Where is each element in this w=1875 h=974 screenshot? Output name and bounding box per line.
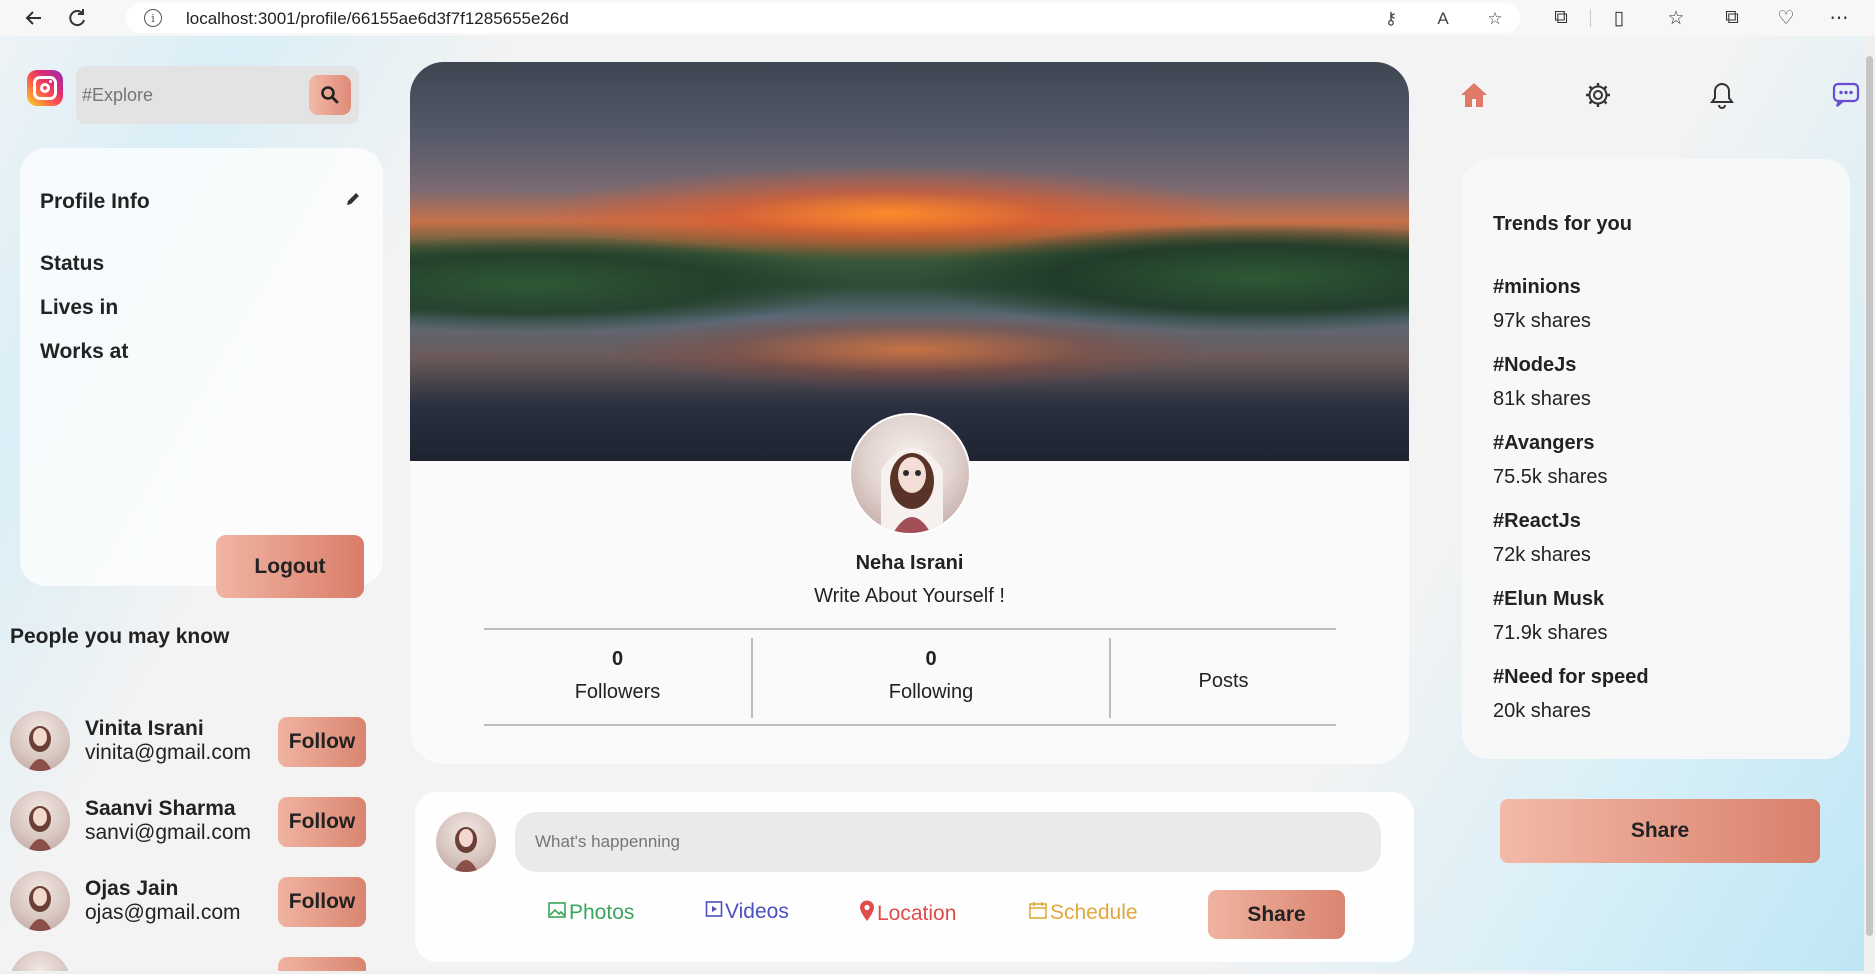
photos-label: Photos (569, 901, 635, 924)
status-label: Status (40, 252, 105, 275)
trend-tag[interactable]: #Need for speed (1493, 666, 1649, 689)
following-count: 0 (925, 648, 937, 670)
trend-count: 72k shares (1493, 544, 1591, 566)
trend-tag[interactable]: #minions (1493, 276, 1581, 299)
avatar (10, 951, 70, 971)
post-composer: Photos Videos Location Schedule Share (415, 792, 1414, 962)
trends-card: Trends for you #minions 97k shares #Node… (1462, 159, 1850, 759)
avatar (10, 791, 70, 851)
trend-tag[interactable]: #Elun Musk (1493, 588, 1604, 611)
posts-label: Posts (1198, 670, 1249, 692)
trend-tag[interactable]: #ReactJs (1493, 510, 1581, 533)
divider (484, 628, 1336, 630)
page-scrollbar[interactable] (1864, 36, 1875, 971)
site-info-icon[interactable]: i (144, 9, 162, 27)
person-email: vinita@gmail.com (85, 741, 252, 764)
key-icon[interactable]: ⚷ (1380, 8, 1402, 30)
chat-icon[interactable] (1829, 78, 1863, 112)
person-name: Ojas Jain (85, 877, 179, 900)
profile-info-title: Profile Info (40, 190, 150, 213)
videos-option[interactable]: Videos (705, 900, 789, 924)
search-box (76, 66, 359, 124)
divider (484, 724, 1336, 726)
instagram-logo-icon[interactable] (27, 70, 63, 106)
following-stat[interactable]: 0 Following (753, 648, 1109, 704)
location-label: Location (877, 902, 957, 925)
trend-count: 81k shares (1493, 388, 1591, 410)
followers-label: Followers (574, 681, 661, 703)
share-button[interactable]: Share (1500, 799, 1820, 863)
list-item: Ojas Jain ojas@gmail.com Follow (10, 871, 370, 933)
following-label: Following (888, 681, 974, 703)
follow-button[interactable]: Follow (278, 797, 366, 847)
person-name: Saanvi Sharma (85, 797, 236, 820)
profile-bio: Write About Yourself ! (814, 585, 1005, 607)
schedule-label: Schedule (1050, 901, 1138, 924)
split-screen-icon[interactable]: ▯ (1606, 5, 1632, 31)
location-option[interactable]: Location (859, 900, 956, 928)
videos-label: Videos (725, 900, 789, 923)
post-input[interactable] (515, 812, 1381, 872)
address-bar[interactable]: i localhost:3001/profile/66155ae6d3f7f12… (126, 3, 1520, 33)
url-text: localhost:3001/profile/66155ae6d3f7f1285… (186, 9, 569, 28)
followers-count: 0 (611, 648, 624, 670)
reload-icon[interactable] (63, 4, 91, 32)
avatar (10, 711, 70, 771)
profile-avatar (849, 413, 971, 535)
collections-icon[interactable]: ⧉ (1719, 5, 1745, 31)
list-item: Saanvi Sharma sanvi@gmail.com Follow (10, 791, 370, 853)
follow-button[interactable]: Follow (278, 717, 366, 767)
cover-image (410, 62, 1409, 461)
favorite-star-icon[interactable]: ☆ (1484, 8, 1506, 30)
bell-icon[interactable] (1705, 78, 1739, 112)
trend-count: 71.9k shares (1493, 622, 1608, 644)
location-pin-icon (859, 900, 875, 928)
trend-count: 75.5k shares (1493, 466, 1608, 488)
person-email: sanvi@gmail.com (85, 821, 252, 844)
logout-button[interactable]: Logout (216, 535, 364, 598)
back-arrow-icon[interactable] (20, 4, 48, 32)
profile-name: Neha Israni (855, 552, 964, 574)
person-email: ojas@gmail.com (85, 901, 241, 924)
health-icon[interactable]: ♡ (1773, 5, 1799, 31)
trends-title: Trends for you (1493, 213, 1632, 235)
favorites-icon[interactable]: ☆ (1663, 5, 1689, 31)
photos-option[interactable]: Photos (547, 900, 634, 926)
trend-tag[interactable]: #NodeJs (1493, 354, 1576, 377)
list-item (10, 951, 370, 971)
profile-info-card: Profile Info Status Lives in Works at Lo… (20, 148, 383, 598)
edit-pencil-icon[interactable] (342, 188, 364, 210)
person-name: Vinita Israni (85, 717, 204, 740)
gear-icon[interactable] (1581, 78, 1615, 112)
follow-button[interactable]: Follow (278, 877, 366, 927)
trend-tag[interactable]: #Avangers (1493, 432, 1595, 455)
more-menu-icon[interactable]: ⋯ (1826, 5, 1852, 31)
list-item: Vinita Israni vinita@gmail.com Follow (10, 711, 370, 773)
people-you-may-know-title: People you may know (10, 625, 230, 648)
profile-card: Neha Israni Write About Yourself ! 0 Fol… (410, 62, 1409, 764)
image-icon (547, 900, 567, 926)
search-icon[interactable] (309, 75, 351, 115)
calendar-icon (1028, 900, 1048, 926)
home-icon[interactable] (1457, 78, 1491, 112)
app-page: Profile Info Status Lives in Works at Lo… (0, 36, 1864, 971)
avatar (10, 871, 70, 931)
trend-count: 20k shares (1493, 700, 1591, 722)
lives-in-label: Lives in (40, 296, 119, 319)
posts-stat[interactable]: Posts (1111, 670, 1336, 693)
post-share-button[interactable]: Share (1208, 890, 1345, 939)
trend-count: 97k shares (1493, 310, 1591, 332)
schedule-option[interactable]: Schedule (1028, 900, 1138, 926)
follow-button[interactable] (278, 957, 366, 971)
followers-stat[interactable]: 0 Followers (484, 648, 751, 704)
search-input[interactable] (82, 80, 292, 110)
browser-toolbar: i localhost:3001/profile/66155ae6d3f7f12… (0, 0, 1875, 36)
avatar (436, 812, 496, 872)
read-aloud-icon[interactable]: A (1432, 8, 1454, 30)
play-icon (705, 900, 723, 924)
extensions-icon[interactable]: ⧉ (1548, 5, 1574, 31)
works-at-label: Works at (40, 340, 129, 363)
